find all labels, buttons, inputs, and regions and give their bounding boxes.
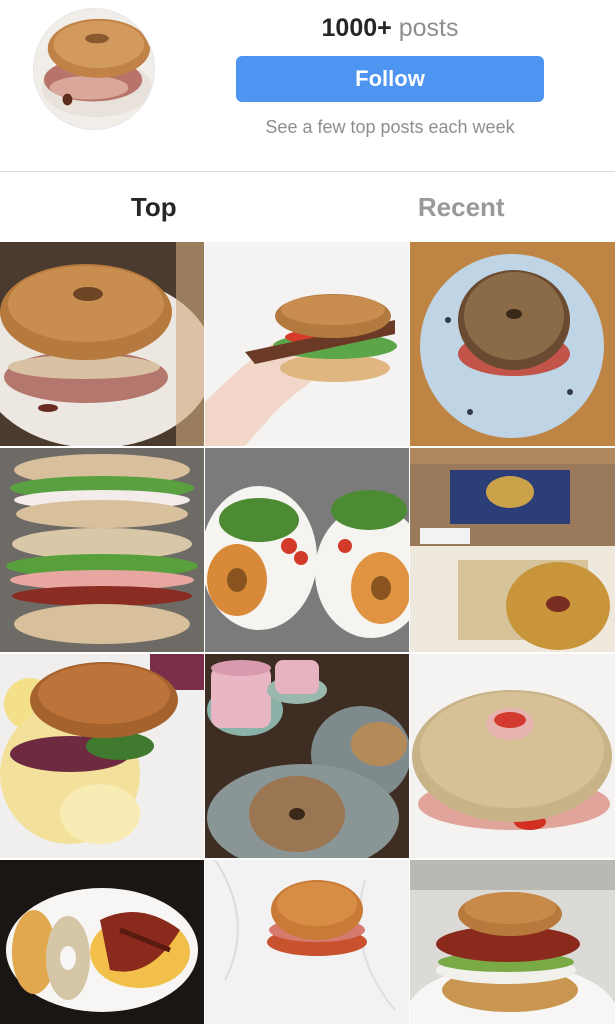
post-thumbnail[interactable]: [0, 860, 204, 1024]
post-thumbnail[interactable]: [0, 242, 204, 446]
post-count-number: 1000+: [321, 14, 392, 42]
post-thumbnail[interactable]: [410, 860, 615, 1024]
post-count-unit: posts: [398, 14, 459, 42]
post-thumbnail[interactable]: [205, 860, 409, 1024]
post-thumbnail[interactable]: [410, 654, 615, 858]
follow-subtitle: See a few top posts each week: [265, 117, 515, 137]
post-thumbnail[interactable]: [0, 448, 204, 652]
post-grid: [0, 242, 615, 1024]
post-thumbnail[interactable]: [410, 242, 615, 446]
post-thumbnail[interactable]: [205, 448, 409, 652]
feed-tabs: Top Recent: [0, 172, 615, 242]
tab-recent[interactable]: Recent: [308, 172, 615, 242]
post-thumbnail[interactable]: [410, 448, 615, 652]
tab-top[interactable]: Top: [0, 172, 308, 242]
post-count: 1000+ posts: [236, 14, 544, 43]
post-thumbnail[interactable]: [205, 654, 409, 858]
follow-button[interactable]: Follow: [236, 56, 544, 102]
post-thumbnail[interactable]: [205, 242, 409, 446]
hashtag-avatar: [33, 8, 155, 130]
post-thumbnail[interactable]: [0, 654, 204, 858]
hashtag-header: 1000+ posts Follow See a few top posts e…: [0, 0, 615, 172]
